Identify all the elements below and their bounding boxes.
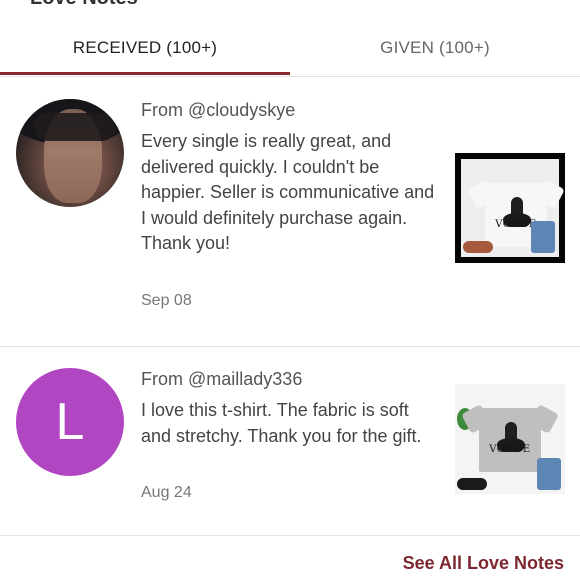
listing-thumbnail[interactable]: VOGUE	[455, 384, 565, 494]
jeans-image	[537, 458, 561, 490]
see-all-love-notes-link[interactable]: See All Love Notes	[403, 553, 564, 574]
love-notes-tabs: RECEIVED (100+) GIVEN (100+)	[0, 22, 580, 77]
love-note-item: From @cloudyskye Every single is really …	[0, 76, 580, 347]
avatar[interactable]: L	[16, 368, 124, 476]
avatar-initial: L	[55, 393, 85, 451]
listing-thumbnail[interactable]: VOGUE	[455, 153, 565, 263]
jeans-image	[531, 221, 555, 253]
active-tab-indicator	[0, 72, 290, 75]
love-note-item: L From @maillady336 I love this t-shirt.…	[0, 347, 580, 536]
shirt-print-text: VOGUE	[489, 444, 531, 455]
note-text: Every single is really great, and delive…	[141, 131, 435, 253]
note-text: I love this t-shirt. The fabric is soft …	[141, 400, 422, 446]
thumbnail-photo: VOGUE	[461, 159, 565, 257]
tab-given-label: GIVEN (100+)	[380, 38, 490, 57]
shoes-image	[457, 478, 487, 490]
page-title: Love Notes	[30, 0, 138, 10]
tshirt-image: VOGUE	[461, 404, 559, 472]
note-sender[interactable]: From @maillady336	[141, 369, 302, 390]
avatar[interactable]	[16, 99, 124, 207]
avatar-photo-glasses	[34, 113, 116, 141]
note-sender[interactable]: From @cloudyskye	[141, 100, 295, 121]
tab-received-label: RECEIVED (100+)	[72, 38, 218, 57]
tab-received[interactable]: RECEIVED (100+)	[0, 22, 290, 75]
note-date: Sep 08	[141, 292, 192, 309]
shoes-image	[463, 241, 493, 253]
note-date: Aug 24	[141, 484, 192, 501]
tab-given[interactable]: GIVEN (100+)	[290, 22, 580, 74]
